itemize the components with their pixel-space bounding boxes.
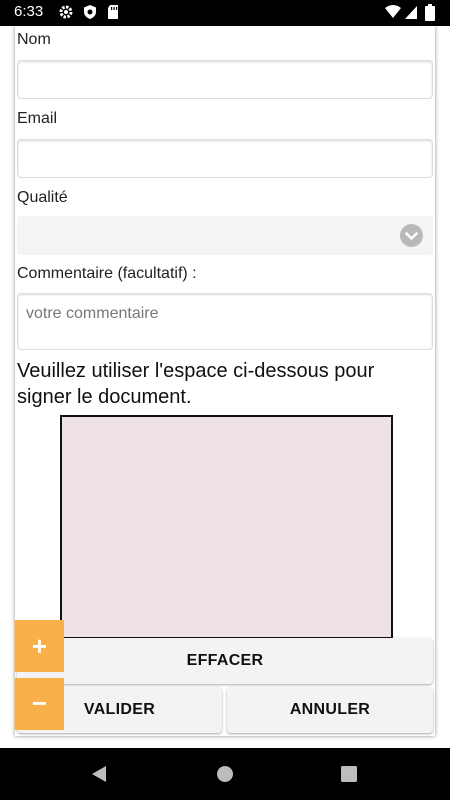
nom-label: Nom: [17, 31, 51, 48]
signal-icon: [404, 4, 418, 25]
shield-icon: [82, 4, 98, 25]
commentaire-label: Commentaire (facultatif) :: [17, 265, 197, 282]
status-time: 6:33: [14, 3, 44, 20]
commentaire-placeholder: votre commentaire: [26, 305, 159, 322]
home-icon[interactable]: [216, 765, 234, 788]
zoom-out-button[interactable]: −: [15, 678, 64, 730]
chevron-down-icon: [400, 224, 423, 247]
back-icon[interactable]: [90, 765, 108, 788]
email-label: Email: [17, 110, 58, 127]
status-bar: 6:33: [0, 0, 450, 26]
gear-icon: [58, 4, 74, 25]
zoom-in-button[interactable]: +: [15, 620, 64, 672]
signature-pad[interactable]: [60, 415, 393, 639]
commentaire-textarea[interactable]: votre commentaire: [17, 293, 433, 350]
email-input[interactable]: [17, 139, 433, 178]
effacer-button[interactable]: EFFACER: [17, 638, 433, 684]
battery-icon: [425, 4, 435, 26]
qualite-select[interactable]: [17, 216, 433, 255]
annuler-button[interactable]: ANNULER: [227, 687, 433, 733]
navigation-bar: [0, 748, 450, 800]
sd-card-icon: [106, 4, 120, 25]
recents-icon[interactable]: [341, 766, 357, 787]
nom-input[interactable]: [17, 60, 433, 99]
wifi-icon: [384, 4, 402, 25]
signature-instructions: Veuillez utiliser l'espace ci-dessous po…: [17, 360, 375, 408]
minus-icon: −: [31, 688, 48, 718]
qualite-label: Qualité: [17, 189, 68, 206]
plus-icon: +: [31, 631, 48, 661]
